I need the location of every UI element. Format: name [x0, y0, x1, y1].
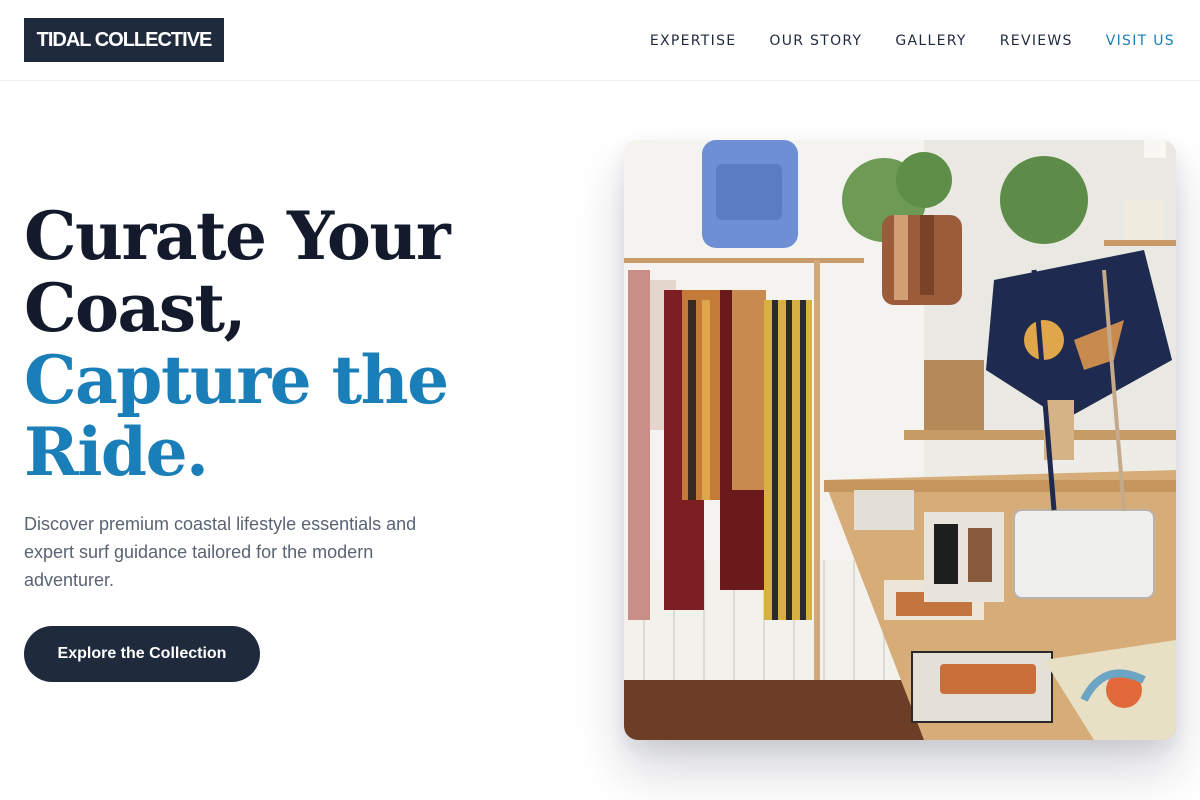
nav-link-expertise[interactable]: EXPERTISE [650, 31, 737, 51]
nav-link-our-story[interactable]: OUR STORY [769, 31, 862, 51]
brand-logo[interactable]: TIDAL COLLECTIVE [24, 18, 224, 62]
hero-shop-photo [624, 140, 1176, 740]
nav-link-visit-us[interactable]: VISIT US [1106, 31, 1175, 51]
site-header: TIDAL COLLECTIVE EXPERTISE OUR STORY GAL… [0, 0, 1200, 81]
hero-headline-line-2: Coast, [24, 269, 246, 347]
hero-headline-line-4: Ride. [24, 413, 209, 491]
main-nav: EXPERTISE OUR STORY GALLERY REVIEWS VISI… [650, 31, 1175, 51]
hero-headline: Curate Your Coast, Capture the Ride. [24, 200, 504, 488]
hero-headline-line-1: Curate Your [24, 197, 451, 275]
nav-link-reviews[interactable]: REVIEWS [1000, 31, 1073, 51]
nav-link-gallery[interactable]: GALLERY [895, 31, 966, 51]
hero-description: Discover premium coastal lifestyle essen… [24, 514, 417, 590]
hero-headline-line-3: Capture the [24, 341, 449, 419]
explore-collection-button[interactable]: Explore the Collection [24, 626, 260, 682]
